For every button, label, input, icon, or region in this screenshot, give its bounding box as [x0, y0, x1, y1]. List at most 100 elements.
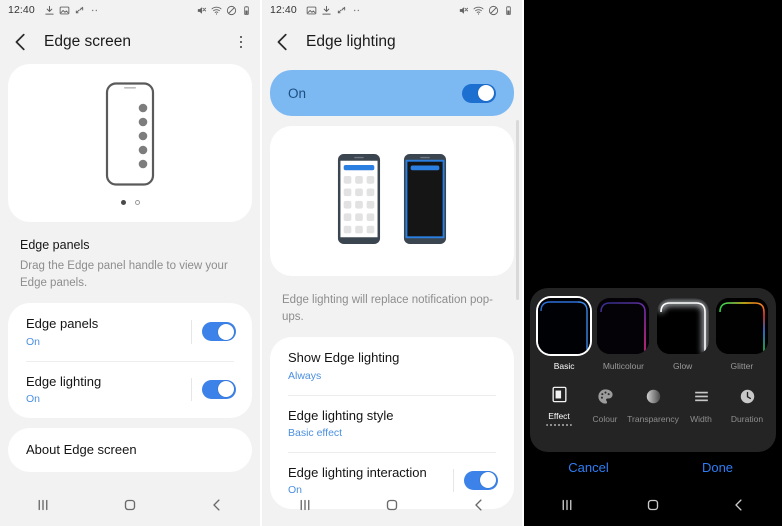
image-icon	[306, 5, 317, 16]
tool-tabs-row: Effect Colour Transparency Width Duratio…	[530, 371, 776, 426]
master-switch-card[interactable]: On	[270, 70, 514, 116]
edge-lighting-preview-card	[270, 126, 514, 276]
download-icon	[321, 5, 332, 16]
tool-selected-underline	[546, 424, 572, 426]
row-divider	[191, 377, 192, 401]
download-icon	[44, 5, 55, 16]
row-title: Show Edge lighting	[288, 350, 400, 366]
row-edge-lighting-style[interactable]: Edge lighting style Basic effect	[270, 394, 514, 452]
effect-label: Basic	[553, 361, 575, 371]
recents-icon[interactable]	[292, 492, 318, 518]
effect-option-basic[interactable]: Basic	[538, 298, 591, 371]
page-title: Edge screen	[44, 33, 132, 50]
effect-option-multicolour[interactable]: Multicolour	[597, 298, 650, 371]
row-title: Edge lighting interaction	[288, 464, 427, 480]
status-bar-left: 12:40	[8, 4, 196, 16]
back-icon[interactable]	[726, 492, 752, 518]
page-dot-inactive[interactable]	[134, 199, 140, 205]
toggle-edge-lighting-master[interactable]	[462, 83, 496, 103]
cancel-button[interactable]: Cancel	[524, 460, 653, 475]
phone-screen-edge-screen: 12:40 Edge screen Edge panels Drag the E…	[0, 0, 260, 526]
row-subtitle: On	[26, 392, 41, 405]
row-edge-lighting[interactable]: Edge lighting On	[8, 360, 252, 418]
more-dots-icon	[351, 5, 362, 16]
edge-panel-phone-illustration	[104, 81, 156, 186]
back-icon[interactable]	[204, 492, 230, 518]
tool-tab-duration[interactable]: Duration	[724, 386, 770, 424]
section-description: Edge lighting will replace notification …	[282, 294, 493, 323]
section-heading: Edge panels	[20, 238, 90, 252]
home-icon[interactable]	[117, 492, 143, 518]
phone-screen-edge-lighting: 12:40 Edge lighting On Edge lighting wil…	[262, 0, 522, 526]
row-edge-panels[interactable]: Edge panels On	[8, 303, 252, 360]
master-switch-label: On	[288, 85, 307, 101]
row-title: Edge lighting style	[288, 407, 394, 423]
dnd-icon	[226, 5, 237, 16]
back-icon[interactable]	[466, 492, 492, 518]
back-arrow-icon[interactable]	[272, 31, 294, 53]
toggle-knob	[478, 85, 494, 101]
wifi-icon	[473, 5, 484, 16]
battery-icon	[241, 5, 252, 16]
tool-tab-effect[interactable]: Effect	[536, 383, 582, 426]
tool-tab-colour[interactable]: Colour	[582, 386, 628, 424]
effect-thumb-basic	[538, 298, 591, 354]
row-texts: Edge lighting On	[26, 374, 187, 405]
row-show-edge-lighting[interactable]: Show Edge lighting Always	[270, 337, 514, 394]
wifi-icon	[211, 5, 222, 16]
toggle-edge-panels[interactable]	[202, 322, 236, 342]
status-time: 12:40	[270, 4, 297, 16]
tool-label: Effect	[548, 411, 570, 421]
tool-label: Duration	[730, 413, 764, 424]
scrollbar-thumb[interactable]	[516, 120, 519, 300]
home-icon[interactable]	[640, 492, 666, 518]
row-texts: Edge lighting style Basic effect	[288, 408, 498, 439]
app-bar-edge-lighting: Edge lighting	[262, 20, 522, 64]
row-texts: Edge panels On	[26, 316, 187, 347]
effect-option-glow[interactable]: Glow	[656, 298, 709, 371]
mute-icon	[458, 5, 469, 16]
row-about-edge-screen[interactable]: About Edge screen	[8, 427, 252, 472]
recents-icon[interactable]	[30, 492, 56, 518]
app-bar-edge-screen: Edge screen	[0, 20, 260, 64]
navigation-bar	[0, 484, 260, 526]
effect-option-glitter[interactable]: Glitter	[715, 298, 768, 371]
overflow-menu-icon[interactable]	[232, 33, 250, 51]
effect-label: Glitter	[730, 361, 754, 371]
effect-label: Multicolour	[602, 361, 644, 371]
page-dot-active[interactable]	[120, 199, 126, 205]
sync-icon	[336, 5, 347, 16]
edge-panels-description-block: Edge panels Drag the Edge panel handle t…	[0, 222, 260, 303]
tool-label: Transparency	[627, 413, 679, 424]
transparency-icon	[642, 386, 664, 408]
settings-list-card: Edge panels On Edge lighting On	[8, 303, 252, 418]
navigation-bar	[262, 484, 522, 526]
row-title: Edge panels	[26, 316, 99, 332]
navigation-bar	[524, 484, 782, 526]
back-arrow-icon[interactable]	[10, 31, 32, 53]
edge-panel-preview-card	[8, 64, 252, 222]
clock-icon	[736, 386, 758, 408]
page-title: Edge lighting	[306, 33, 396, 50]
sync-icon	[74, 5, 85, 16]
section-description: Drag the Edge panel handle to view your …	[20, 260, 228, 289]
edge-lighting-description-block: Edge lighting will replace notification …	[262, 276, 522, 337]
phone-dark-edge-lighting-illustration	[403, 153, 447, 250]
effect-thumb-glitter	[715, 298, 768, 354]
toggle-knob	[218, 323, 234, 340]
home-icon[interactable]	[379, 492, 405, 518]
row-subtitle: Always	[288, 369, 322, 382]
done-button[interactable]: Done	[653, 460, 782, 475]
dnd-icon	[488, 5, 499, 16]
width-lines-icon	[690, 386, 712, 408]
recents-icon[interactable]	[554, 492, 580, 518]
effect-thumb-glow	[656, 298, 709, 354]
effect-thumb-multicolour	[597, 298, 650, 354]
toggle-edge-lighting[interactable]	[202, 379, 236, 399]
effect-label: Glow	[672, 361, 693, 371]
tool-tab-transparency[interactable]: Transparency	[627, 386, 679, 424]
battery-icon	[503, 5, 514, 16]
page-indicator-dots	[120, 199, 140, 205]
tool-tab-width[interactable]: Width	[678, 386, 724, 424]
phone-screen-edge-lighting-style-editor: Basic Multicolour Glow Glitter Effect Co…	[524, 0, 782, 526]
